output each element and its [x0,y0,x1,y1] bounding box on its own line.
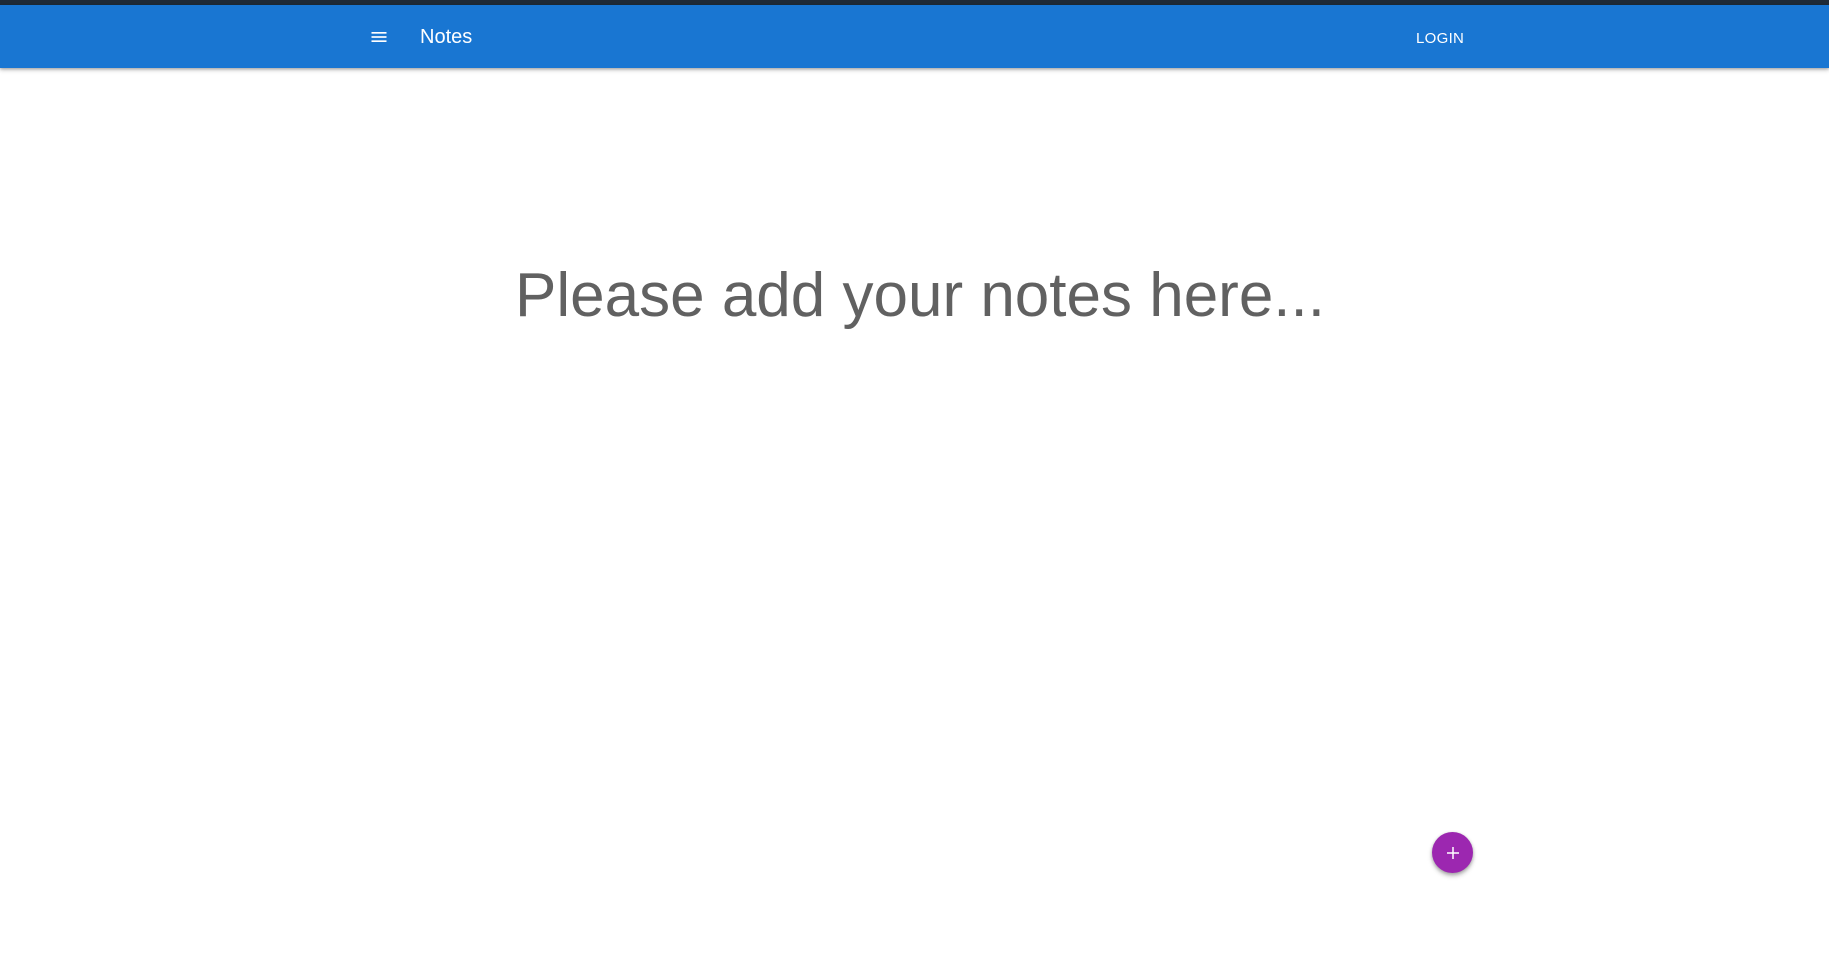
hamburger-menu-icon [371,32,387,42]
login-button[interactable]: LOGIN [1402,23,1478,53]
menu-button[interactable] [364,22,394,52]
app-title: Notes [420,26,473,48]
empty-notes-message: Please add your notes here... [515,261,1325,330]
app-bar: Notes LOGIN [0,5,1829,68]
plus-icon [1446,846,1459,859]
add-note-button[interactable] [1432,832,1473,873]
